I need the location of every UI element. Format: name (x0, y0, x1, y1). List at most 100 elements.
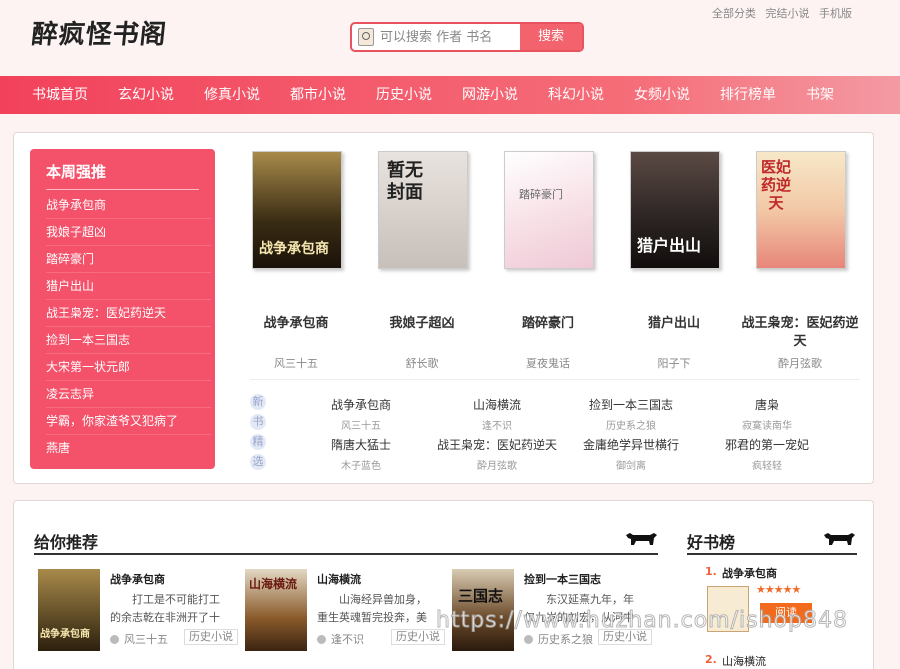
main-nav: 书城首页 玄幻小说 修真小说 都市小说 历史小说 网游小说 科幻小说 女频小说 … (0, 76, 900, 114)
book-title[interactable]: 战争承包商 (234, 315, 358, 333)
book-title[interactable]: 山海横流 (317, 571, 361, 587)
weekly-item[interactable]: 踏碎豪门 (46, 246, 211, 273)
new-pick-item[interactable]: 战王枭宠：医妃药逆天 酔月弦歌 (422, 436, 572, 472)
book-cover[interactable]: 战争承包商 (38, 569, 100, 651)
pick-title[interactable]: 隋唐大猛士 (286, 436, 436, 453)
link-mobile[interactable]: 手机版 (819, 7, 852, 20)
book-title[interactable]: 战王枭宠：医妃药逆天 (738, 315, 862, 351)
new-pick-item[interactable]: 邪君的第一宠妃 疯轻轻 (692, 436, 842, 472)
recommend-title: 给你推荐 (34, 533, 99, 552)
recommend-item[interactable]: 山海横流 山海横流 山海经异兽加身，重生英魂暂完投奔，美人在怀， 逢不识 历史小… (245, 569, 445, 659)
new-pick-item[interactable]: 捡到一本三国志 历史系之狼 (556, 396, 706, 432)
pick-title[interactable]: 唐枭 (692, 396, 842, 413)
nav-bookshelf[interactable]: 书架 (806, 76, 834, 114)
rank-number: 1. (705, 565, 717, 578)
recommend-item[interactable]: 战争承包商 战争承包商 打工是不可能打工的余志乾在非洲开了十家皮包公司 风三十五… (38, 569, 238, 659)
top-links: 全部分类 完结小说 手机版 (712, 5, 858, 21)
nav-xuanhuan[interactable]: 玄幻小说 (118, 76, 174, 114)
book-title[interactable]: 踏碎豪门 (486, 315, 610, 333)
pick-title[interactable]: 山海横流 (422, 396, 572, 413)
pick-author[interactable]: 寂寞读南华 (692, 417, 842, 432)
bull-icon (626, 533, 657, 545)
book-cover[interactable]: 猎户出山 (630, 151, 720, 269)
pick-title[interactable]: 邪君的第一宠妃 (692, 436, 842, 453)
pick-title[interactable]: 战王枭宠：医妃药逆天 (422, 436, 572, 453)
book-author[interactable]: 舒长歌 (360, 355, 484, 371)
weekly-item[interactable]: 燕唐 (46, 435, 211, 462)
nav-lishi[interactable]: 历史小说 (376, 76, 432, 114)
book-title[interactable]: 猎户出山 (612, 315, 736, 333)
pick-author[interactable]: 疯轻轻 (692, 457, 842, 472)
pick-author[interactable]: 木子蓝色 (286, 457, 436, 472)
book-desc: 打工是不可能打工的余志乾在非洲开了十家皮包公司 (110, 593, 220, 624)
new-pick-item[interactable]: 山海横流 逢不识 (422, 396, 572, 432)
category-tag[interactable]: 历史小说 (184, 629, 238, 645)
weekly-item[interactable]: 我娘子超凶 (46, 219, 211, 246)
book-author[interactable]: 历史系之狼 (524, 631, 593, 647)
cover-title: 战争承包商 (259, 241, 329, 257)
weekly-item[interactable]: 捡到一本三国志 (46, 327, 211, 354)
bull-icon (824, 533, 855, 545)
weekly-item[interactable]: 学霸，你家渣爷又犯病了 (46, 408, 211, 435)
weekly-picks-list: 战争承包商 我娘子超凶 踏碎豪门 猎户出山 战王枭宠：医妃药逆天 捡到一本三国志… (46, 192, 211, 462)
nav-kehuan[interactable]: 科幻小说 (548, 76, 604, 114)
link-completed[interactable]: 完结小说 (766, 7, 810, 20)
nav-nvpin[interactable]: 女频小说 (634, 76, 690, 114)
divider (34, 553, 658, 555)
rank-title[interactable]: 山海横流 (722, 653, 766, 669)
nav-xiuzhen[interactable]: 修真小说 (204, 76, 260, 114)
new-pick-item[interactable]: 金庸绝学异世横行 御剑离 (556, 436, 706, 472)
pick-author[interactable]: 御剑离 (556, 457, 706, 472)
rating-stars: ★★★★★ (756, 583, 801, 596)
new-pick-item[interactable]: 战争承包商 风三十五 (286, 396, 436, 432)
cover-title: 山海横流 (249, 577, 298, 591)
weekly-item[interactable]: 战争承包商 (46, 192, 211, 219)
book-title[interactable]: 战争承包商 (110, 571, 165, 587)
book-author[interactable]: 夏夜鬼话 (486, 355, 610, 371)
weekly-item[interactable]: 大宋第一状元郎 (46, 354, 211, 381)
search-bar: 搜索 (350, 22, 584, 52)
nav-home[interactable]: 书城首页 (32, 76, 88, 114)
new-picks-label: 新 书 精 选 (250, 394, 272, 474)
search-button[interactable]: 搜索 (520, 24, 582, 50)
pick-title[interactable]: 金庸绝学异世横行 (556, 436, 706, 453)
pick-title[interactable]: 战争承包商 (286, 396, 436, 413)
pick-author[interactable]: 逢不识 (422, 417, 572, 432)
search-input[interactable] (380, 27, 520, 47)
book-title[interactable]: 捡到一本三国志 (524, 571, 601, 587)
rank-title[interactable]: 战争承包商 (722, 565, 777, 581)
book-cover[interactable]: 战争承包商 (252, 151, 342, 269)
book-title[interactable]: 我娘子超凶 (360, 315, 484, 333)
nav-wangyou[interactable]: 网游小说 (462, 76, 518, 114)
link-all-categories[interactable]: 全部分类 (712, 7, 756, 20)
book-cover[interactable]: 医妃药逆天 (756, 151, 846, 269)
new-pick-item[interactable]: 隋唐大猛士 木子蓝色 (286, 436, 436, 472)
cover-title: 医妃药逆天 (761, 158, 792, 212)
nav-dushi[interactable]: 都市小说 (290, 76, 346, 114)
book-author[interactable]: 阳子下 (612, 355, 736, 371)
pick-author[interactable]: 风三十五 (286, 417, 436, 432)
cover-title: 踏碎豪门 (519, 188, 563, 201)
new-picks-label-char: 书 (250, 414, 266, 430)
nav-ranking[interactable]: 排行榜单 (720, 76, 776, 114)
book-cover[interactable]: 山海横流 (245, 569, 307, 651)
weekly-item[interactable]: 凌云志异 (46, 381, 211, 408)
book-author[interactable]: 风三十五 (234, 355, 358, 371)
site-logo[interactable]: 醉疯怪书阁 (30, 14, 169, 51)
cover-title: 战争承包商 (40, 629, 90, 640)
weekly-item[interactable]: 战王枭宠：医妃药逆天 (46, 300, 211, 327)
book-author[interactable]: 酔月弦歌 (738, 355, 862, 371)
book-cover[interactable]: 暂无封面 (378, 151, 468, 269)
book-desc: 山海经异兽加身，重生英魂暂完投奔，美人在怀， (317, 593, 427, 624)
book-author[interactable]: 逢不识 (317, 631, 364, 647)
weekly-item[interactable]: 猎户出山 (46, 273, 211, 300)
divider (687, 553, 857, 555)
new-picks-label-char: 选 (250, 454, 266, 470)
pick-author[interactable]: 历史系之狼 (556, 417, 706, 432)
pick-author[interactable]: 酔月弦歌 (422, 457, 572, 472)
new-pick-item[interactable]: 唐枭 寂寞读南华 (692, 396, 842, 432)
pick-title[interactable]: 捡到一本三国志 (556, 396, 706, 413)
book-cover[interactable]: 踏碎豪门 (504, 151, 594, 269)
recommend-panel: 给你推荐 战争承包商 战争承包商 打工是不可能打工的余志乾在非洲开了十家皮包公司… (13, 500, 874, 669)
book-author[interactable]: 风三十五 (110, 631, 168, 647)
